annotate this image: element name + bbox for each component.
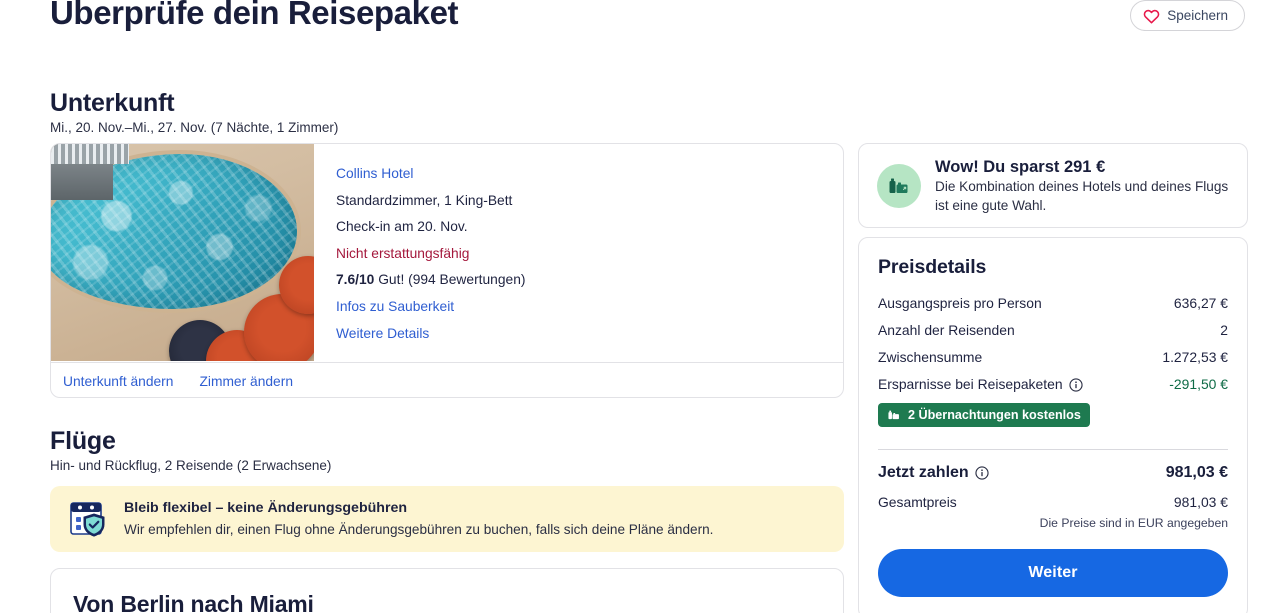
save-button[interactable]: Speichern [1130, 0, 1245, 31]
cleanliness-link[interactable]: Infos zu Sauberkeit [336, 294, 823, 321]
heart-icon [1143, 8, 1160, 24]
hotel-rating-text: Gut! (994 Bewertungen) [378, 272, 526, 288]
savings-banner: Wow! Du sparst 291 € Die Kombination dei… [858, 143, 1248, 228]
hotel-info: Collins Hotel Standardzimmer, 1 King-Bet… [314, 144, 843, 362]
price-row: Zwischensumme 1.272,53 € [878, 344, 1228, 371]
hotel-rating: 7.6/10 Gut! (994 Bewertungen) [336, 267, 823, 294]
price-row-label: Ausgangspreis pro Person [878, 295, 1042, 311]
accommodation-heading: Unterkunft [50, 89, 175, 117]
price-row-value: 2 [1220, 322, 1228, 338]
review-trip-page: Überprüfe dein Reisepaket Speichern Unte… [0, 0, 1280, 613]
price-row: Anzahl der Reisenden 2 [878, 317, 1228, 344]
change-room-link[interactable]: Zimmer ändern [199, 374, 293, 389]
hotel-refund-policy: Nicht erstattungsfähig [336, 245, 470, 261]
price-details-title: Preisdetails [878, 256, 987, 278]
info-icon[interactable] [1068, 377, 1083, 392]
flight-card: Von Berlin nach Miami [50, 568, 844, 613]
pay-now-label: Jetzt zahlen [878, 464, 969, 481]
price-row-label: Ersparnisse bei Reisepaketen [878, 376, 1063, 392]
hotel-name-link[interactable]: Collins Hotel [336, 161, 823, 188]
price-row-label-group: Ersparnisse bei Reisepaketen [878, 371, 1083, 398]
flexible-flight-banner: Bleib flexibel – keine Änderungsgebühren… [50, 486, 844, 552]
savings-texts: Wow! Du sparst 291 € Die Kombination dei… [935, 156, 1229, 215]
hotel-card-main: Collins Hotel Standardzimmer, 1 King-Bet… [51, 144, 843, 362]
accommodation-subtitle: Mi., 20. Nov.–Mi., 27. Nov. (7 Nächte, 1… [50, 120, 339, 135]
total-label: Gesamtpreis [878, 494, 957, 510]
hotel-room-type: Standardzimmer, 1 King-Bett [336, 192, 513, 208]
luggage-icon [887, 174, 911, 198]
total-value: 981,03 € [1173, 494, 1228, 510]
price-row-savings: Ersparnisse bei Reisepaketen -291,50 € [878, 371, 1228, 398]
continue-button[interactable]: Weiter [878, 549, 1228, 597]
hotel-card-footer: Unterkunft ändern Zimmer ändern [51, 362, 843, 397]
hotel-checkin: Check-in am 20. Nov. [336, 219, 468, 235]
pay-now-label-group: Jetzt zahlen [878, 462, 989, 484]
currency-note: Die Preise sind in EUR angegeben [1039, 516, 1228, 530]
free-nights-badge: 2 Übernachtungen kostenlos [878, 403, 1090, 427]
price-row-value: 636,27 € [1173, 295, 1228, 311]
flight-route-title: Von Berlin nach Miami [73, 591, 314, 613]
flights-subtitle: Hin- und Rückflug, 2 Reisende (2 Erwachs… [50, 458, 332, 473]
hotel-rating-score: 7.6/10 [336, 272, 375, 288]
change-accommodation-link[interactable]: Unterkunft ändern [63, 374, 173, 389]
save-button-label: Speichern [1167, 8, 1228, 23]
flight-banner-texts: Bleib flexibel – keine Änderungsgebühren… [124, 499, 713, 539]
pool-fence [51, 144, 129, 164]
savings-title: Wow! Du sparst 291 € [935, 158, 1106, 176]
free-nights-badge-label: 2 Übernachtungen kostenlos [908, 408, 1081, 422]
price-row-value: -291,50 € [1169, 376, 1228, 392]
price-row: Ausgangspreis pro Person 636,27 € [878, 290, 1228, 317]
pay-now-row: Jetzt zahlen 981,03 € [878, 462, 1228, 484]
price-row-value: 1.272,53 € [1162, 349, 1228, 365]
total-row: Gesamtpreis 981,03 € [878, 490, 1228, 514]
calendar-shield-icon [68, 498, 110, 540]
page-title: Überprüfe dein Reisepaket [50, 0, 459, 31]
flight-banner-description: Wir empfehlen dir, einen Flug ohne Änder… [124, 522, 714, 537]
price-row-label: Anzahl der Reisenden [878, 322, 1015, 338]
hotel-card: Collins Hotel Standardzimmer, 1 King-Bet… [50, 143, 844, 398]
more-details-link[interactable]: Weitere Details [336, 321, 823, 348]
price-row-label: Zwischensumme [878, 349, 983, 365]
flight-banner-title: Bleib flexibel – keine Änderungsgebühren [124, 500, 408, 516]
flights-heading: Flüge [50, 427, 116, 455]
savings-icon-circle [877, 163, 921, 208]
pay-now-value: 981,03 € [1165, 464, 1228, 481]
price-details-card: Preisdetails Ausgangspreis pro Person 63… [858, 237, 1248, 613]
info-icon[interactable] [975, 466, 989, 480]
hotel-image[interactable] [51, 144, 314, 361]
savings-description: Die Kombination deines Hotels und deines… [935, 179, 1229, 213]
price-divider [878, 449, 1228, 450]
badge-luggage-icon [887, 408, 901, 422]
